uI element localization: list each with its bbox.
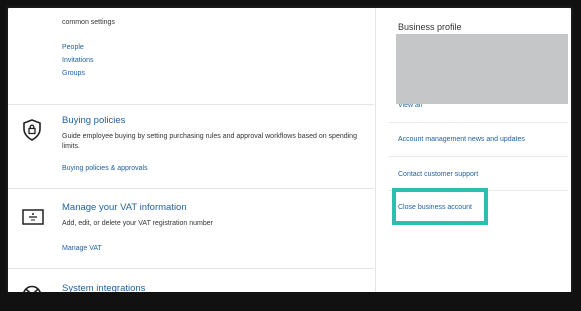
buying-policies-content: Buying policies Guide employee buying by… (62, 115, 362, 172)
groups-link[interactable]: Groups (62, 70, 362, 77)
invitations-link[interactable]: Invitations (62, 57, 362, 64)
buying-policies-approvals-link[interactable]: Buying policies & approvals (62, 165, 362, 172)
sidebar-divider (388, 122, 568, 123)
buying-policies-description: Guide employee buying by setting purchas… (62, 133, 357, 150)
buying-policies-section: Buying policies Guide employee buying by… (8, 104, 374, 189)
top-section-description-cut (62, 8, 362, 12)
sidebar-divider (388, 156, 568, 157)
vat-section: Manage your VAT information Add, edit, o… (8, 188, 374, 269)
people-link[interactable]: People (62, 44, 362, 51)
main-content: common settings People Invitations Group… (8, 8, 374, 300)
vat-document-icon (22, 209, 44, 230)
screenshot-frame: common settings People Invitations Group… (6, 6, 573, 302)
sidebar-title: Business profile (398, 22, 462, 32)
top-section-description: common settings (62, 19, 115, 26)
close-business-account-link[interactable]: Close business account (398, 204, 472, 211)
news-and-updates-link[interactable]: Account management news and updates (398, 136, 525, 143)
redacted-profile-image (396, 34, 568, 104)
buying-policies-title[interactable]: Buying policies (62, 115, 362, 126)
vat-description: Add, edit, or delete your VAT registrati… (62, 220, 213, 227)
contact-support-link[interactable]: Contact customer support (398, 171, 478, 178)
shield-lock-icon (22, 119, 42, 146)
vat-title[interactable]: Manage your VAT information (62, 202, 362, 213)
business-profile-sidebar: Business profile View all Account manage… (375, 8, 571, 300)
manage-vat-link[interactable]: Manage VAT (62, 245, 362, 252)
top-section: common settings People Invitations Group… (62, 8, 362, 77)
bottom-black-bar (0, 292, 581, 311)
vat-content: Manage your VAT information Add, edit, o… (62, 202, 362, 252)
